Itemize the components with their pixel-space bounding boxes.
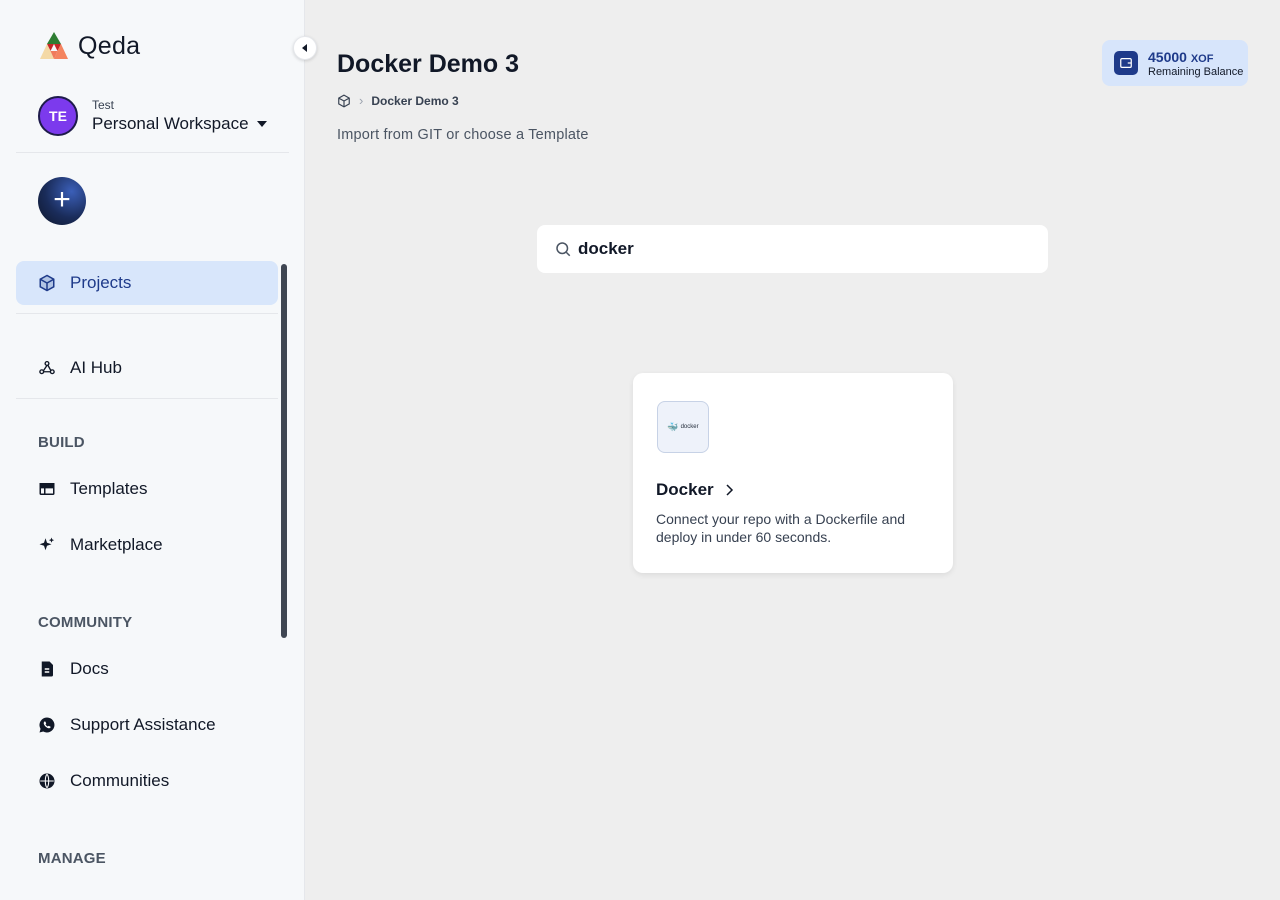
balance-currency: XOF [1190, 52, 1214, 65]
whatsapp-icon [38, 716, 56, 734]
breadcrumb-current[interactable]: Docker Demo 3 [371, 94, 458, 108]
sidebar-item-communities[interactable]: Communities [16, 759, 278, 803]
sidebar-item-label: Templates [70, 479, 148, 498]
card-title[interactable]: Docker [656, 480, 734, 500]
page-subtitle: Import from GIT or choose a Template [337, 127, 589, 143]
section-title-community: COMMUNITY [38, 614, 133, 631]
sidebar-item-label: Communities [70, 771, 170, 790]
divider [16, 398, 278, 399]
sidebar-item-marketplace[interactable]: Marketplace [16, 523, 278, 567]
template-search[interactable] [537, 225, 1048, 273]
workspace-switcher[interactable]: TE Test Personal Workspace [38, 96, 267, 136]
search-input[interactable] [578, 239, 1018, 259]
sidebar: Qeda TE Test Personal Workspace + Projec… [0, 0, 305, 900]
cube-icon[interactable] [337, 93, 351, 108]
card-title-text: Docker [656, 480, 714, 499]
webhook-icon [38, 359, 56, 377]
sidebar-item-support[interactable]: Support Assistance [16, 703, 278, 747]
qeda-logo-icon [40, 32, 68, 59]
workspace-name: Personal Workspace [92, 114, 249, 133]
plus-icon: + [53, 182, 71, 216]
sidebar-item-label: Marketplace [70, 535, 163, 554]
caret-left-icon [302, 44, 307, 52]
docker-logo-text: docker [680, 424, 699, 430]
balance-amount-row: 45000 XOF [1148, 49, 1243, 65]
section-title-build: BUILD [38, 434, 85, 451]
card-description: Connect your repo with a Dockerfile and … [656, 511, 906, 545]
section-title-manage: MANAGE [38, 850, 106, 867]
workspace-name-row: Personal Workspace [92, 114, 267, 134]
breadcrumb: › Docker Demo 3 [337, 93, 459, 108]
sidebar-item-docs[interactable]: Docs [16, 647, 278, 691]
template-card-docker[interactable]: 🐳 docker Docker Connect your repo with a… [633, 373, 953, 573]
add-button[interactable]: + [38, 177, 86, 225]
page-title: Docker Demo 3 [337, 50, 520, 78]
docker-logo: 🐳 docker [657, 401, 709, 453]
sidebar-item-ai-hub[interactable]: AI Hub [16, 346, 278, 390]
collapse-sidebar-button[interactable] [293, 36, 317, 60]
app-logo[interactable]: Qeda [38, 30, 140, 62]
divider [16, 313, 278, 314]
workspace-label: Test [92, 98, 115, 112]
caret-down-icon [256, 121, 267, 127]
divider [16, 152, 289, 153]
sidebar-item-label: Docs [70, 659, 109, 678]
table-icon [38, 480, 56, 498]
sidebar-item-label: AI Hub [70, 358, 122, 377]
chevron-right-icon [726, 484, 733, 496]
sidebar-scrollbar[interactable] [281, 264, 287, 638]
chevron-right-icon: › [359, 93, 364, 108]
sparkle-icon [38, 536, 56, 554]
sidebar-item-label: Projects [70, 273, 132, 292]
search-icon [556, 242, 571, 257]
docs-icon [38, 660, 56, 678]
avatar: TE [38, 96, 78, 136]
balance-amount: 45000 [1148, 48, 1187, 65]
cube-icon [38, 274, 56, 292]
sidebar-item-label: Support Assistance [70, 715, 216, 734]
globe-icon [38, 772, 56, 790]
balance-badge[interactable]: 45000 XOF Remaining Balance [1102, 40, 1248, 86]
balance-label: Remaining Balance [1148, 65, 1244, 78]
app-name: Qeda [78, 31, 141, 60]
sidebar-item-projects[interactable]: Projects [16, 261, 278, 305]
docker-whale-icon: 🐳 [667, 421, 679, 432]
sidebar-item-templates[interactable]: Templates [16, 467, 278, 511]
wallet-icon [1114, 51, 1138, 75]
